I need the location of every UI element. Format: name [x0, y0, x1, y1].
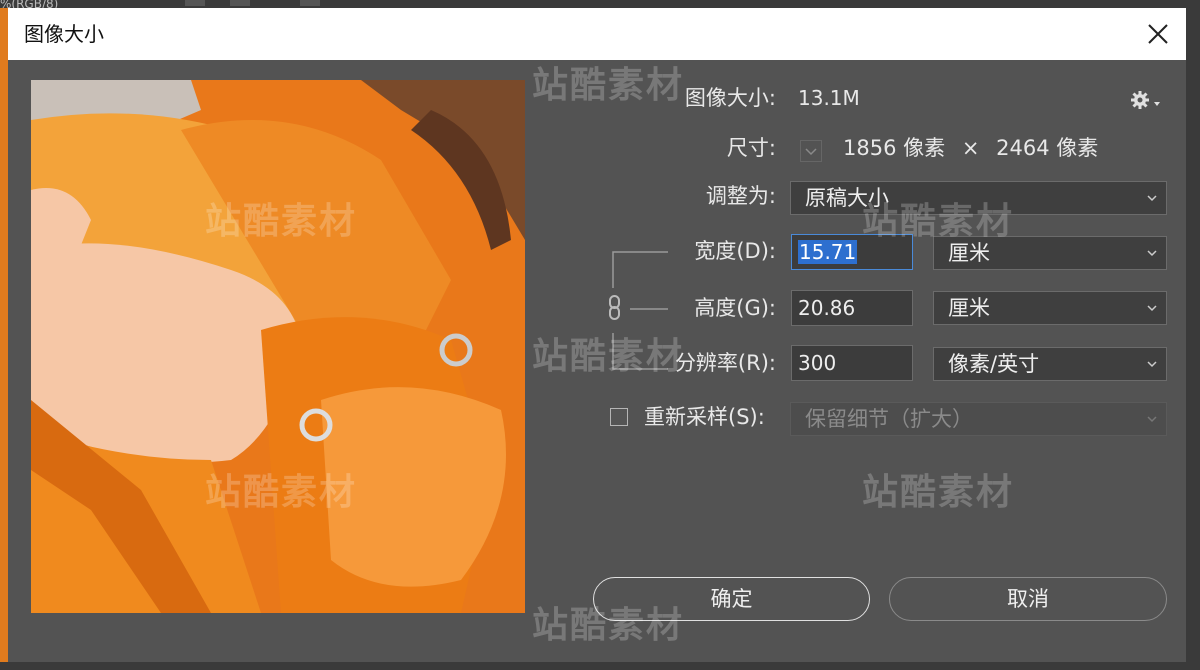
background-canvas-edge [0, 8, 8, 670]
chevron-down-icon [1147, 305, 1157, 312]
fit-to-select[interactable]: 原稿大小 [790, 181, 1167, 215]
resample-checkbox[interactable] [610, 408, 628, 426]
preview-illustration [31, 80, 525, 613]
resolution-unit-select[interactable]: 像素/英寸 [933, 347, 1167, 381]
pixel-dimensions: 1856 像素 × 2464 像素 [843, 134, 1098, 162]
background-window-control [185, 0, 205, 6]
height-pixels-unit: 像素 [1056, 136, 1099, 160]
background-bottom-edge [0, 662, 1200, 670]
resample-method-value: 保留细节（扩大） [805, 407, 973, 431]
background-window-control [300, 0, 320, 6]
background-panel-edge [1186, 8, 1200, 670]
height-unit-value: 厘米 [948, 296, 990, 320]
chevron-down-icon [1147, 361, 1157, 368]
width-pixels-unit: 像素 [903, 136, 946, 160]
cancel-button[interactable]: 取消 [889, 577, 1167, 621]
image-preview[interactable] [31, 80, 525, 613]
resolution-unit-value: 像素/英寸 [948, 352, 1040, 376]
background-document-tab: %(RGB/8) [0, 0, 59, 8]
image-size-label: 图像大小: [684, 86, 776, 110]
times-sign: × [961, 136, 980, 160]
close-icon [1148, 24, 1168, 44]
resample-method-select[interactable]: 保留细节（扩大） [790, 402, 1167, 436]
dialog-titlebar: 图像大小 [8, 8, 1186, 60]
image-size-value: 13.1M [798, 86, 860, 110]
height-pixels: 2464 [996, 136, 1050, 160]
chevron-down-icon [1147, 250, 1157, 257]
dialog-title: 图像大小 [24, 22, 104, 46]
width-value: 15.71 [798, 240, 858, 264]
fit-to-value: 原稿大小 [805, 186, 889, 210]
dimensions-unit-dropdown[interactable] [800, 140, 822, 162]
gear-icon [1131, 91, 1160, 109]
resolution-value: 300 [798, 351, 837, 375]
chevron-down-icon [805, 148, 817, 156]
resolution-label: 分辨率(R): [674, 351, 776, 375]
width-input[interactable]: 15.71 [791, 234, 913, 270]
width-label: 宽度(D): [694, 239, 776, 263]
settings-menu-button[interactable] [1130, 90, 1162, 110]
image-size-dialog: 图像大小 图像大小: 13.1M 尺寸: 1856 像素 × 2464 像素 调… [8, 8, 1186, 662]
close-button[interactable] [1144, 20, 1172, 48]
height-input[interactable]: 20.86 [791, 290, 913, 326]
resolution-input[interactable]: 300 [791, 345, 913, 381]
ok-button[interactable]: 确定 [593, 577, 870, 621]
height-unit-select[interactable]: 厘米 [933, 291, 1167, 325]
width-pixels: 1856 [843, 136, 897, 160]
resample-label: 重新采样(S): [644, 405, 765, 429]
background-app-bar: %(RGB/8) [0, 0, 1200, 8]
height-label: 高度(G): [694, 296, 776, 320]
dimensions-label: 尺寸: [726, 136, 776, 160]
chevron-down-icon [1147, 416, 1157, 423]
width-unit-select[interactable]: 厘米 [933, 236, 1167, 270]
chevron-down-icon [1147, 195, 1157, 202]
width-unit-value: 厘米 [948, 241, 990, 265]
background-window-control [230, 0, 250, 6]
height-value: 20.86 [798, 296, 856, 320]
fit-to-label: 调整为: [705, 184, 776, 208]
